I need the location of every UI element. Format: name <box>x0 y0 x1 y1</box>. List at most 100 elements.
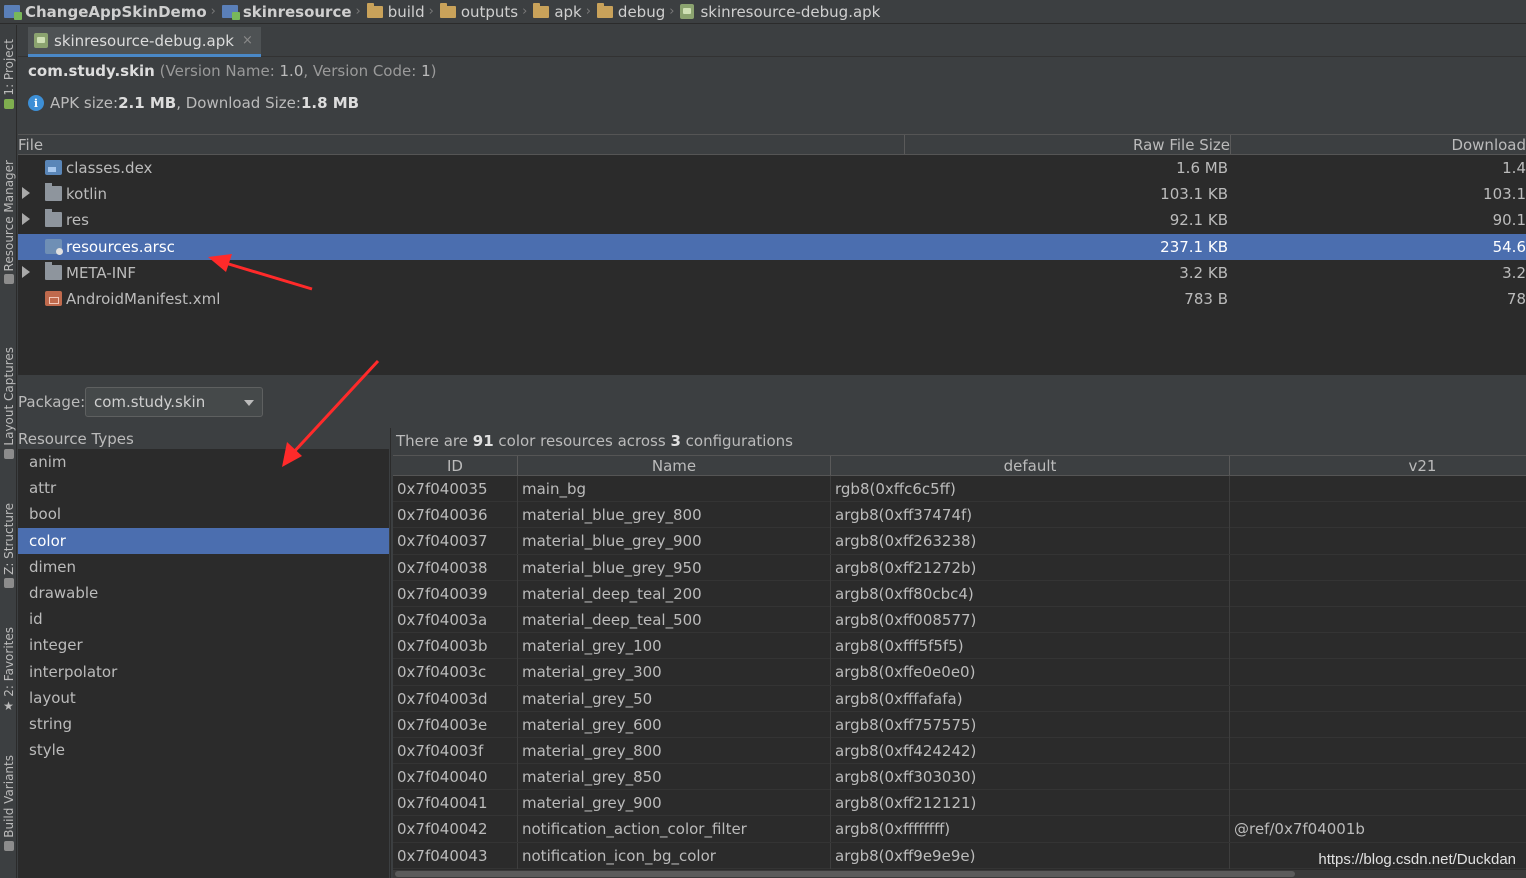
resource-row[interactable]: 0x7f040037 material_blue_grey_900 argb8(0x… <box>393 528 1526 555</box>
resource-name: notification_action_color_filter <box>522 820 747 839</box>
resource-type-item[interactable]: color <box>18 527 389 554</box>
cell-divider <box>517 476 518 502</box>
cell-divider <box>1229 580 1230 607</box>
download-size: 103.1 <box>1483 185 1526 204</box>
breadcrumb-item[interactable]: apk › <box>533 2 597 21</box>
file-row[interactable]: kotlin 103.1 KB 103.1 <box>18 181 1526 207</box>
chevron-down-icon <box>244 400 254 406</box>
column-header-v21[interactable]: v21 <box>1230 457 1526 475</box>
version-mid: , Version Code: <box>303 62 422 80</box>
module-icon <box>4 5 22 20</box>
resource-row[interactable]: 0x7f040042 notification_action_color_filt… <box>393 816 1526 843</box>
resource-manager-icon <box>3 274 14 285</box>
resource-id: 0x7f040035 <box>397 480 488 498</box>
file-row[interactable]: resources.arsc 237.1 KB 54.6 <box>18 233 1526 260</box>
project-tool-tab[interactable]: 1: Project <box>0 39 17 109</box>
tab-apk-file[interactable]: skinresource-debug.apk × <box>28 27 261 57</box>
resource-type-item[interactable]: drawable <box>18 580 389 606</box>
version-suffix: ) <box>430 62 437 80</box>
expand-arrow-icon[interactable] <box>22 213 30 226</box>
cell-divider <box>830 842 831 869</box>
resource-row[interactable]: 0x7f04003b material_grey_100 argb8(0xfff5f… <box>393 633 1526 660</box>
cell-divider <box>1229 816 1230 843</box>
resource-manager-tool-tab[interactable]: Resource Manager <box>0 160 17 285</box>
resource-default-value: argb8(0xff37474f) <box>835 506 973 525</box>
resource-type-item[interactable]: interpolator <box>18 659 389 685</box>
file-row[interactable]: classes.dex 1.6 MB 1.4 <box>18 155 1526 181</box>
column-divider[interactable] <box>1230 135 1231 154</box>
apk-package-summary: com.study.skin (Version Name: 1.0, Versi… <box>28 62 436 80</box>
resource-row[interactable]: 0x7f04003a material_deep_teal_500 argb8(0x… <box>393 606 1526 634</box>
summary-prefix: There are <box>396 432 473 450</box>
build-variants-tool-tab[interactable]: Build Variants <box>0 755 17 851</box>
resource-id: 0x7f040041 <box>397 794 488 813</box>
resource-type-item[interactable]: id <box>18 606 389 632</box>
resource-row[interactable]: 0x7f04003c material_grey_300 argb8(0xffe0e… <box>393 659 1526 686</box>
cell-divider <box>830 633 831 660</box>
resource-default-value: argb8(0xffffffff) <box>835 820 951 839</box>
breadcrumb-item[interactable]: debug › <box>596 2 681 21</box>
summary-mid: color resources across <box>493 432 671 450</box>
file-row[interactable]: AndroidManifest.xml 783 B 78 <box>18 286 1526 312</box>
column-header-id[interactable]: ID <box>393 457 517 475</box>
folder-icon <box>439 2 456 18</box>
breadcrumb-item[interactable]: skinresource › <box>221 3 367 21</box>
tab-label: skinresource-debug.apk <box>54 31 234 50</box>
file-name: res <box>66 211 89 230</box>
resource-id: 0x7f04003c <box>397 663 487 682</box>
breadcrumb-item[interactable]: skinresource-debug.apk <box>680 3 880 21</box>
resource-row[interactable]: 0x7f040041 material_grey_900 argb8(0xff212… <box>393 790 1526 817</box>
structure-tool-tab[interactable]: Z: Structure <box>0 503 17 588</box>
resource-table: ID Name default v21 0x7f040035 main_bg rgb… <box>393 455 1526 878</box>
resource-types-panel: Resource Types anim attr bool color dimen dra… <box>18 428 389 878</box>
raw-file-size: 783 B <box>1184 289 1228 308</box>
folder-icon <box>533 2 550 18</box>
resource-id: 0x7f04003f <box>397 741 484 760</box>
resource-default-value: argb8(0xff757575) <box>835 715 977 734</box>
expand-arrow-icon[interactable] <box>22 187 30 200</box>
resource-type-item[interactable]: style <box>18 737 389 763</box>
resource-type-item[interactable]: string <box>18 711 389 737</box>
column-header-file[interactable]: File <box>18 136 43 154</box>
resource-type-item[interactable]: bool <box>18 501 389 527</box>
resource-type-item[interactable]: anim <box>18 449 389 475</box>
file-row[interactable]: res 92.1 KB 90.1 <box>18 207 1526 233</box>
favorites-tool-tab[interactable]: 2: Favorites ★ <box>0 627 17 713</box>
resource-row[interactable]: 0x7f04003d material_grey_50 argb8(0xfffafa… <box>393 685 1526 712</box>
layout-captures-tool-tab[interactable]: Layout Captures <box>0 347 17 459</box>
column-divider[interactable] <box>904 135 905 154</box>
scrollbar-thumb[interactable] <box>395 871 1295 877</box>
column-header-download-size[interactable]: Download <box>1451 136 1526 154</box>
cell-divider <box>830 554 831 581</box>
cell-divider <box>1229 528 1230 555</box>
resource-row[interactable]: 0x7f040039 material_deep_teal_200 argb8(0x… <box>393 580 1526 607</box>
resource-row[interactable]: 0x7f04003f material_grey_800 argb8(0xff424… <box>393 737 1526 765</box>
breadcrumb-item[interactable]: outputs › <box>439 2 534 21</box>
resource-row[interactable]: 0x7f040035 main_bg rgb8(0xffc6c5ff) <box>393 476 1526 503</box>
file-row[interactable]: META-INF 3.2 KB 3.2 <box>18 260 1526 286</box>
breadcrumb-item[interactable]: build › <box>366 2 440 21</box>
resource-row[interactable]: 0x7f040038 material_blue_grey_950 argb8(0x… <box>393 554 1526 581</box>
resource-id: 0x7f040038 <box>397 558 488 577</box>
resource-type-item[interactable]: dimen <box>18 554 389 580</box>
resource-row[interactable]: 0x7f04003e material_grey_600 argb8(0xff757… <box>393 711 1526 738</box>
resource-type-item[interactable]: layout <box>18 685 389 711</box>
chevron-right-icon: › <box>522 4 528 19</box>
file-name: AndroidManifest.xml <box>66 289 221 308</box>
resource-row[interactable]: 0x7f040036 material_blue_grey_800 argb8(0x… <box>393 502 1526 529</box>
horizontal-scrollbar[interactable] <box>393 870 1526 878</box>
breadcrumb: ChangeAppSkinDemo › skinresource › build › out… <box>0 0 1526 24</box>
column-header-default[interactable]: default <box>831 457 1229 475</box>
close-icon[interactable]: × <box>242 33 253 48</box>
cell-divider <box>830 606 831 633</box>
column-header-name[interactable]: Name <box>518 457 830 475</box>
expand-arrow-icon[interactable] <box>22 265 30 278</box>
column-header-raw-size[interactable]: Raw File Size <box>1133 136 1230 154</box>
resource-type-item[interactable]: integer <box>18 632 389 658</box>
resource-type-item[interactable]: attr <box>18 475 389 501</box>
resource-row[interactable]: 0x7f040040 material_grey_850 argb8(0xff303… <box>393 764 1526 791</box>
folder-icon <box>366 2 383 18</box>
package-dropdown[interactable]: com.study.skin <box>85 387 263 417</box>
breadcrumb-item[interactable]: ChangeAppSkinDemo › <box>4 3 222 21</box>
resource-name: material_grey_600 <box>522 715 662 734</box>
